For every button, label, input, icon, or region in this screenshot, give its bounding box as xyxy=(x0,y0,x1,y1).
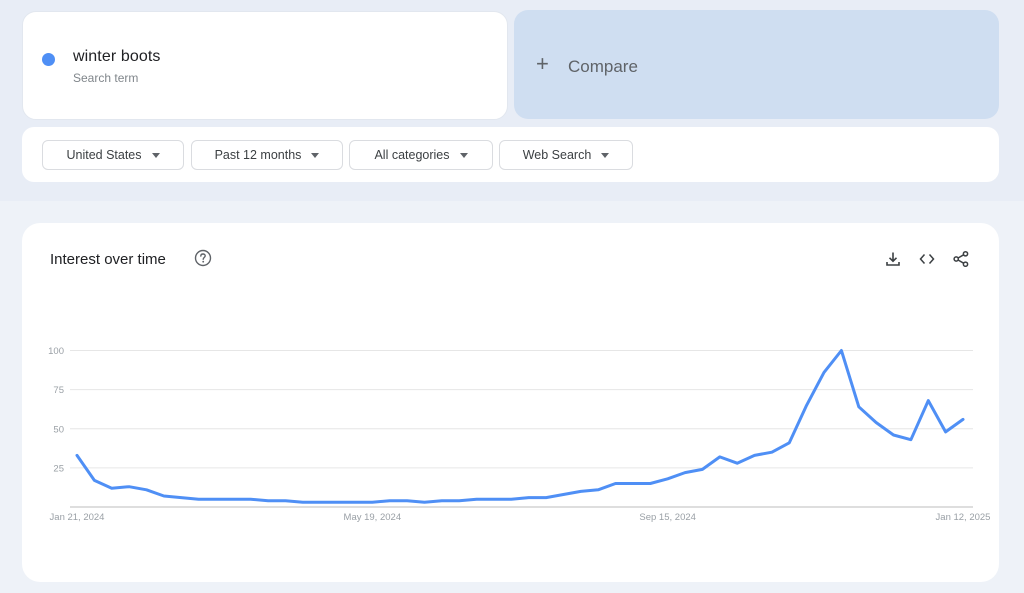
caret-down-icon xyxy=(151,152,160,158)
filter-time-range[interactable]: Past 12 months xyxy=(191,140,343,170)
download-icon[interactable] xyxy=(884,250,902,268)
help-circle-icon[interactable] xyxy=(194,249,212,267)
filter-category-label: All categories xyxy=(374,148,450,162)
filter-search-type[interactable]: Web Search xyxy=(499,140,633,170)
filter-region[interactable]: United States xyxy=(42,140,184,170)
interest-over-time-card: Interest over time xyxy=(22,223,999,582)
filter-category[interactable]: All categories xyxy=(349,140,493,170)
search-term-name[interactable]: winter boots xyxy=(73,48,160,66)
share-icon[interactable] xyxy=(952,250,970,268)
series-color-dot xyxy=(42,53,55,66)
caret-down-icon xyxy=(311,152,320,158)
filter-search-type-label: Web Search xyxy=(522,148,592,162)
caret-down-icon xyxy=(459,152,468,158)
caret-down-icon xyxy=(601,152,610,158)
filter-time-range-label: Past 12 months xyxy=(214,148,302,162)
compare-label: Compare xyxy=(568,57,638,76)
plus-icon: + xyxy=(536,51,549,76)
search-term-subtitle: Search term xyxy=(73,71,139,85)
panel-title: Interest over time xyxy=(50,251,166,268)
filter-bar: United States Past 12 months All categor… xyxy=(22,127,999,182)
code-icon[interactable] xyxy=(918,250,936,268)
filter-region-label: United States xyxy=(66,148,142,162)
compare-button[interactable]: + Compare xyxy=(514,10,999,119)
search-term-card[interactable]: winter boots Search term xyxy=(22,11,508,120)
